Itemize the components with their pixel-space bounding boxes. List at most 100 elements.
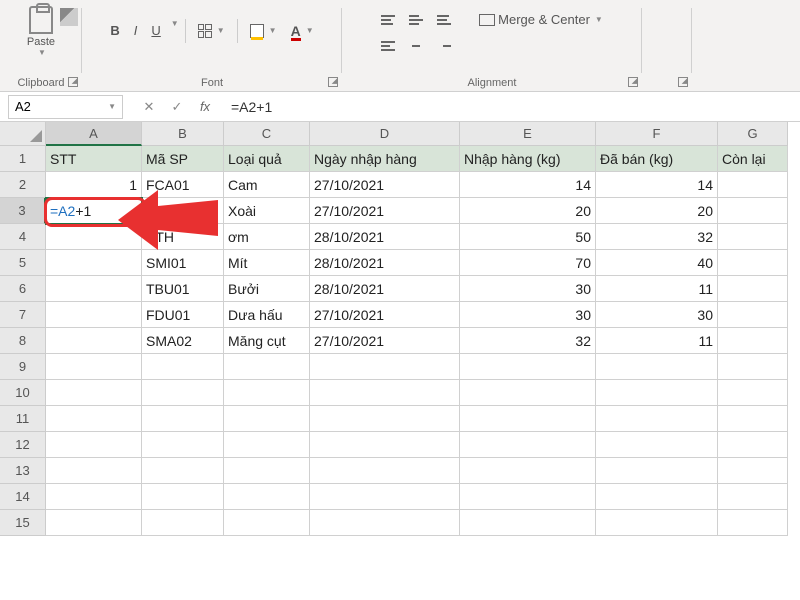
cell[interactable]	[310, 406, 460, 432]
cell[interactable]	[310, 484, 460, 510]
row-header[interactable]: 12	[0, 432, 46, 458]
alignment-dialog-launcher[interactable]: ◢	[628, 77, 638, 87]
font-dialog-launcher[interactable]: ◢	[328, 77, 338, 87]
cell[interactable]	[596, 354, 718, 380]
cell[interactable]: TBU01	[142, 276, 224, 302]
cell[interactable]	[224, 406, 310, 432]
borders-button[interactable]: ▼	[192, 19, 231, 43]
cell[interactable]: Măng cụt	[224, 328, 310, 354]
cell[interactable]	[718, 458, 788, 484]
cell[interactable]: Dưa hấu	[224, 302, 310, 328]
cell[interactable]	[460, 432, 596, 458]
cell[interactable]	[142, 432, 224, 458]
cell[interactable]: =A2+1	[46, 198, 142, 224]
clipboard-dialog-launcher[interactable]: ◢	[68, 77, 78, 87]
col-header-E[interactable]: E	[460, 122, 596, 146]
cell[interactable]: 1	[46, 172, 142, 198]
cell[interactable]: TXO	[142, 198, 224, 224]
col-header-F[interactable]: F	[596, 122, 718, 146]
align-center-button[interactable]	[403, 37, 429, 55]
row-header[interactable]: 2	[0, 172, 46, 198]
cell[interactable]	[224, 458, 310, 484]
cell[interactable]	[460, 484, 596, 510]
cell[interactable]: 14	[596, 172, 718, 198]
cell[interactable]: Loại quả	[224, 146, 310, 172]
format-painter-button[interactable]	[60, 8, 78, 26]
row-header[interactable]: 9	[0, 354, 46, 380]
row-header[interactable]: 1	[0, 146, 46, 172]
cell[interactable]	[596, 432, 718, 458]
cell[interactable]: 32	[460, 328, 596, 354]
cell[interactable]	[142, 406, 224, 432]
row-header[interactable]: 5	[0, 250, 46, 276]
cell[interactable]	[224, 354, 310, 380]
cell[interactable]: 70	[460, 250, 596, 276]
cell[interactable]	[460, 406, 596, 432]
cell[interactable]: FDU01	[142, 302, 224, 328]
cell[interactable]	[460, 380, 596, 406]
cell[interactable]: 27/10/2021	[310, 302, 460, 328]
cell[interactable]	[718, 250, 788, 276]
cell[interactable]: 28/10/2021	[310, 224, 460, 250]
row-header[interactable]: 15	[0, 510, 46, 536]
cell[interactable]: Đã bán (kg)	[596, 146, 718, 172]
cell[interactable]	[224, 432, 310, 458]
cell[interactable]: 27/10/2021	[310, 328, 460, 354]
col-header-B[interactable]: B	[142, 122, 224, 146]
cell[interactable]: 32	[596, 224, 718, 250]
cell[interactable]	[310, 380, 460, 406]
align-top-button[interactable]	[375, 8, 401, 31]
row-header[interactable]: 4	[0, 224, 46, 250]
cell[interactable]	[46, 484, 142, 510]
cell[interactable]	[460, 354, 596, 380]
col-header-D[interactable]: D	[310, 122, 460, 146]
align-bottom-button[interactable]	[431, 8, 457, 31]
underline-button[interactable]: U	[145, 19, 166, 43]
col-header-C[interactable]: C	[224, 122, 310, 146]
row-header[interactable]: 13	[0, 458, 46, 484]
cell[interactable]	[596, 458, 718, 484]
cell[interactable]	[718, 432, 788, 458]
cell[interactable]: Còn lại	[718, 146, 788, 172]
row-header[interactable]: 7	[0, 302, 46, 328]
col-header-G[interactable]: G	[718, 122, 788, 146]
cell[interactable]: STT	[46, 146, 142, 172]
cell[interactable]	[46, 302, 142, 328]
cell[interactable]: FCA01	[142, 172, 224, 198]
cell[interactable]	[718, 354, 788, 380]
italic-button[interactable]: I	[128, 19, 144, 43]
enter-formula-button[interactable]: ✓	[167, 97, 187, 117]
cell[interactable]	[596, 380, 718, 406]
fill-color-button[interactable]: ▼	[244, 19, 283, 43]
cell[interactable]	[596, 510, 718, 536]
name-box[interactable]: A2 ▼	[8, 95, 123, 119]
cell[interactable]: 28/10/2021	[310, 250, 460, 276]
select-all-corner[interactable]	[0, 122, 46, 146]
cell[interactable]: SMI01	[142, 250, 224, 276]
row-header[interactable]: 11	[0, 406, 46, 432]
align-middle-button[interactable]	[403, 8, 429, 31]
col-header-A[interactable]: A	[46, 122, 142, 146]
row-header[interactable]: 3	[0, 198, 46, 224]
cell[interactable]	[718, 328, 788, 354]
cell[interactable]	[46, 380, 142, 406]
bold-button[interactable]: B	[104, 19, 125, 43]
cell[interactable]	[596, 406, 718, 432]
align-left-button[interactable]	[375, 37, 401, 55]
fx-icon[interactable]: fx	[195, 97, 215, 117]
cell[interactable]	[46, 224, 142, 250]
cell[interactable]: ơm	[224, 224, 310, 250]
cell[interactable]: 40	[596, 250, 718, 276]
cell[interactable]	[718, 510, 788, 536]
cell[interactable]	[46, 510, 142, 536]
cell[interactable]: Bưởi	[224, 276, 310, 302]
cell[interactable]: 30	[596, 302, 718, 328]
cell[interactable]	[718, 224, 788, 250]
cell[interactable]	[310, 510, 460, 536]
font-color-button[interactable]: A▼	[285, 19, 320, 43]
cell[interactable]: 14	[460, 172, 596, 198]
paste-button[interactable]: Paste ▼	[19, 4, 63, 59]
cell[interactable]	[718, 484, 788, 510]
align-right-button[interactable]	[431, 37, 457, 55]
cancel-formula-button[interactable]: ✕	[139, 97, 159, 117]
